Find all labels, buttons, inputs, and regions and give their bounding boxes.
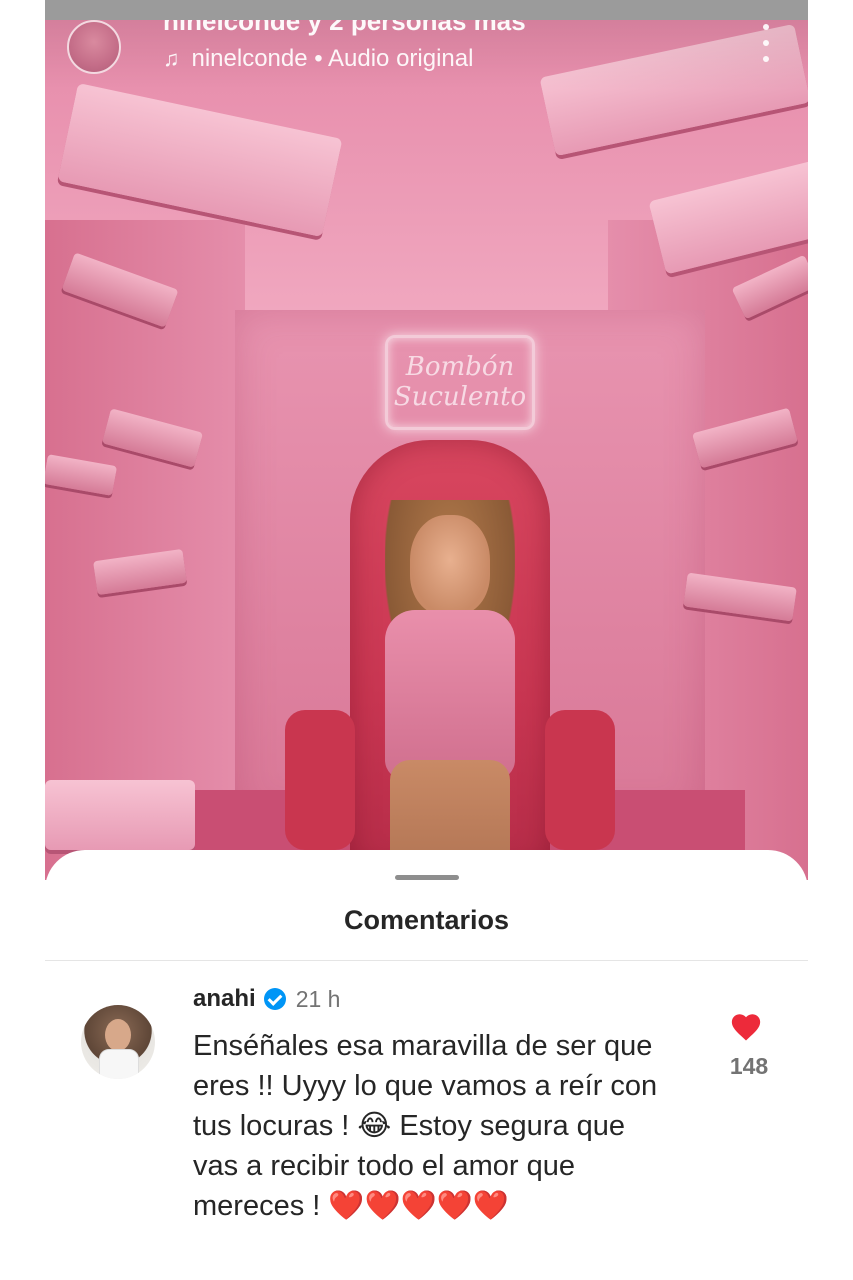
person-dress (385, 610, 515, 780)
audio-row[interactable]: ♫ ninelconde • Audio original (163, 45, 473, 73)
comment-time: 21 h (295, 985, 341, 1012)
more-vertical-icon[interactable] (762, 24, 770, 62)
heart-icon[interactable] (729, 1010, 763, 1044)
air-conditioner (45, 780, 195, 850)
collab-text[interactable]: ninelconde y 2 personas más (163, 20, 526, 37)
like-count: 148 (729, 1053, 769, 1079)
comments-sheet: Comentarios anahi 21 h Enséñales esa mar… (45, 850, 808, 1280)
music-note-icon: ♫ (163, 46, 180, 71)
status-strip (45, 0, 808, 20)
sheet-drag-handle[interactable] (395, 875, 459, 880)
sheet-title: Comentarios (343, 905, 510, 935)
reel-video[interactable]: Bombón Suculento ninelconde y 2 personas… (45, 20, 808, 880)
comment-text: Enséñales esa maravilla de ser que eres … (193, 1030, 658, 1222)
app-frame: Bombón Suculento ninelconde y 2 personas… (45, 0, 808, 1280)
commenter-avatar[interactable] (81, 1005, 155, 1079)
person-face (410, 515, 490, 615)
throne-arm (285, 710, 355, 850)
divider (45, 960, 808, 961)
verified-badge-icon (263, 988, 286, 1010)
throne-arm (545, 710, 615, 850)
comment-username[interactable]: anahi (193, 985, 256, 1013)
author-avatar[interactable] (67, 20, 121, 74)
audio-label: ninelconde • Audio original (191, 45, 474, 72)
comment-header: anahi 21 h (193, 985, 340, 1013)
neon-sign: Bombón Suculento (385, 335, 535, 430)
